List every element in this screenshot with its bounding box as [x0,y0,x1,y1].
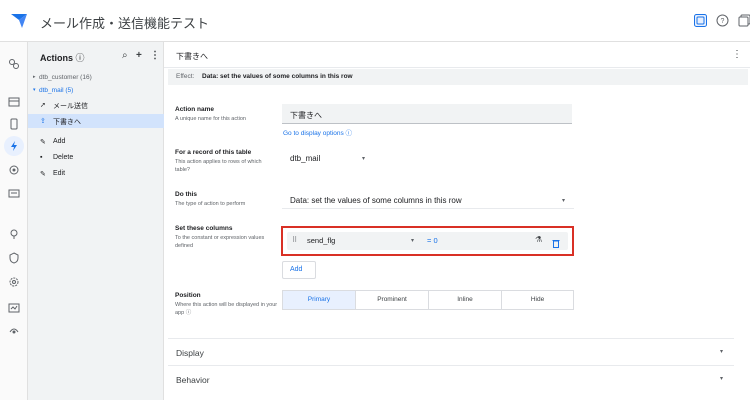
chevron-down-icon: ▾ [720,349,724,355]
mobile-icon[interactable] [6,116,22,132]
action-item-delete[interactable]: ▪ Delete [28,151,164,165]
action-name-label: Action name [175,106,215,113]
flask-icon[interactable]: ⚗ [535,235,542,244]
set-column-entry: ⠿ send_flg ▾ = 0 ⚗ [287,232,568,250]
chat-icon[interactable] [6,186,22,202]
action-item-add[interactable]: ✎ Add [28,135,164,149]
table-group-dtb-mail[interactable]: ▾ dtb_mail (5) [28,84,164,97]
actions-panel: Actions ⓘ ⌕ + ⋮ ▸ dtb_customer (16) ▾ dt… [28,42,164,400]
data-icon[interactable] [6,56,22,72]
top-bar: メール作成・送信機能テスト ? [0,0,750,42]
info-icon: ⓘ [185,310,192,316]
dropdown-arrow-icon[interactable]: ▾ [411,237,414,244]
search-icon[interactable]: ⌕ [122,50,128,61]
chevron-right-icon: ▸ [33,74,36,80]
security-icon[interactable] [6,250,22,266]
action-name-help: A unique name for this action [175,116,246,122]
drag-handle-icon[interactable]: ⠿ [292,236,297,244]
column-select[interactable]: send_flg [307,236,335,245]
dropdown-arrow-icon: ▾ [362,156,366,162]
do-this-help: The type of action to perform [175,201,246,207]
section-display[interactable]: Display ▾ [168,338,734,364]
actions-panel-header: Actions ⓘ ⌕ + ⋮ [28,42,164,68]
set-columns-row-highlight: ⠿ send_flg ▾ = 0 ⚗ [281,226,574,256]
svg-text:?: ? [720,18,724,25]
help-icon[interactable]: ? [714,12,730,28]
action-type-select[interactable]: Data: set the values of some columns in … [282,189,574,209]
info-icon: ⓘ [345,130,353,137]
edit-icon: ✎ [40,171,46,178]
editor-header: 下書きへ ⋮ [164,42,750,68]
record-table-select[interactable]: dtb_mail ▾ [282,147,378,167]
position-label: Position [175,292,201,299]
record-table-label: For a record of this table [175,149,252,156]
appsheet-logo-icon [11,14,27,28]
record-table-help: This action applies to rows of which tab… [175,159,262,173]
copy-icon[interactable] [736,12,750,28]
position-option-primary[interactable]: Primary [283,291,356,309]
action-editor: 下書きへ ⋮ Effect: Data: set the values of s… [164,42,750,400]
add-icon[interactable]: + [136,50,142,61]
action-item-edit[interactable]: ✎ Edit [28,167,164,181]
dropdown-arrow-icon: ▾ [562,198,566,204]
do-this-label: Do this [175,191,198,198]
more-vert-icon[interactable]: ⋮ [732,49,742,60]
delete-icon[interactable] [552,235,560,253]
display-options-link[interactable]: Go to display options ⓘ [283,127,352,137]
more-vert-icon[interactable]: ⋮ [150,50,160,61]
app-title: メール作成・送信機能テスト [40,16,210,31]
position-help: Where this action will be displayed in y… [175,302,278,316]
nav-rail [0,42,28,400]
trash-icon: ▪ [40,154,43,161]
position-segmented-control: Primary Prominent Inline Hide [282,290,574,310]
pencil-icon: ✎ [40,139,46,146]
upload-icon: ⇪ [40,118,46,125]
table-group-dtb-customer[interactable]: ▸ dtb_customer (16) [28,71,164,84]
position-option-inline[interactable]: Inline [429,291,502,309]
chevron-down-icon: ▾ [33,87,36,93]
effect-bar: Effect: Data: set the values of some col… [168,69,748,85]
send-icon: ➚ [40,102,46,109]
extensions-icon[interactable] [6,322,22,338]
actions-panel-title: Actions ⓘ [40,53,85,63]
location-icon[interactable] [6,226,22,242]
editor-title: 下書きへ [176,52,208,61]
action-item-to-draft[interactable]: ⇪ 下書きへ [28,114,164,128]
expression-input[interactable]: = 0 [427,236,438,245]
actions-icon[interactable] [4,136,24,156]
info-icon[interactable]: ⓘ [76,53,85,63]
section-behavior[interactable]: Behavior ▾ [168,365,734,391]
settings-icon[interactable] [6,274,22,290]
set-columns-help: To the constant or expression values def… [175,235,265,249]
set-columns-label: Set these columns [175,225,233,232]
manage-icon[interactable] [6,300,22,316]
action-name-input[interactable]: 下書きへ [282,104,572,124]
position-option-prominent[interactable]: Prominent [356,291,429,309]
position-option-hide[interactable]: Hide [502,291,573,309]
action-item-send-mail[interactable]: ➚ メール送信 [28,98,164,112]
chevron-down-icon: ▾ [720,376,724,382]
preview-icon[interactable] [692,12,708,28]
automation-icon[interactable] [6,162,22,178]
add-column-button[interactable]: Add [282,261,316,279]
views-icon[interactable] [6,94,22,110]
